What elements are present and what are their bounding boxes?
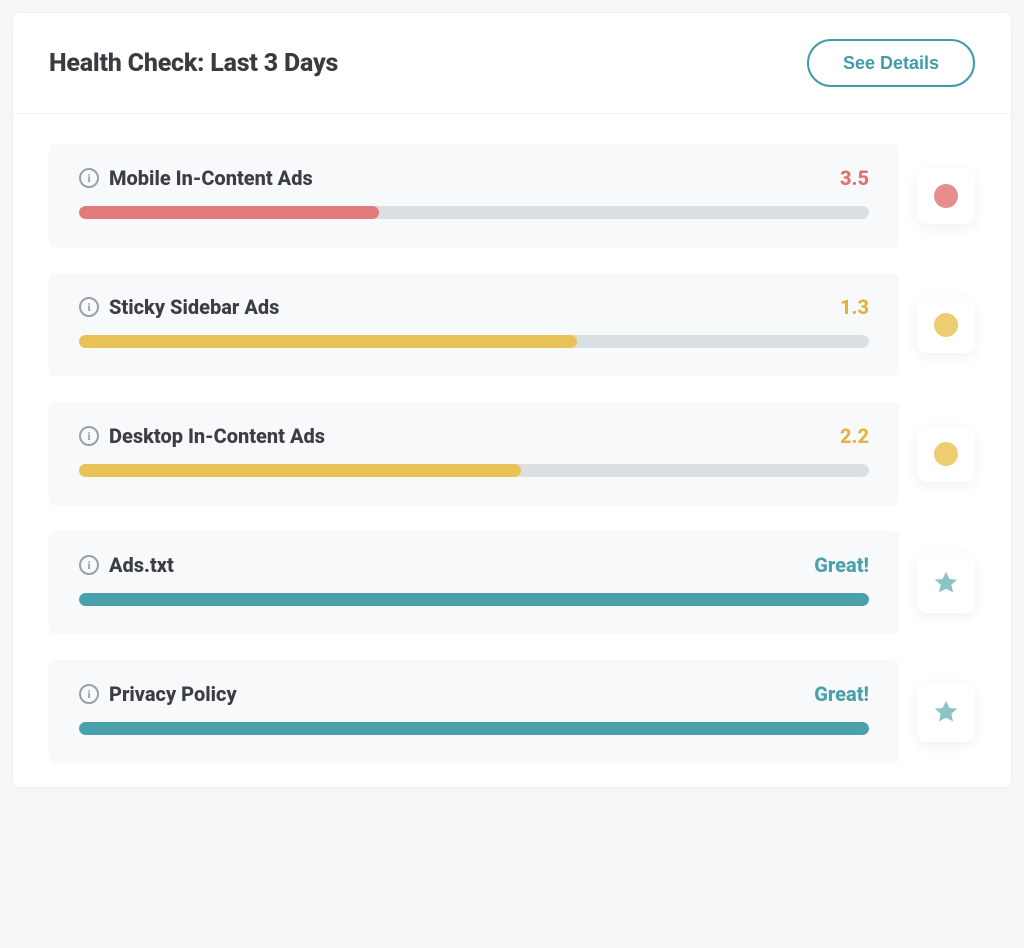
health-row-header: Privacy Policy Great!: [79, 682, 869, 706]
info-icon[interactable]: [79, 555, 99, 575]
progress-bar: [79, 335, 869, 348]
health-row-value: Great!: [814, 553, 869, 577]
progress-fill: [79, 593, 869, 606]
health-row-header: Ads.txt Great!: [79, 553, 869, 577]
progress-fill: [79, 464, 521, 477]
health-row-left: Mobile In-Content Ads: [79, 166, 313, 190]
health-row-left: Sticky Sidebar Ads: [79, 295, 279, 319]
health-row-left: Privacy Policy: [79, 682, 237, 706]
status-chip: [917, 682, 975, 742]
health-row: Ads.txt Great!: [49, 531, 975, 634]
info-icon[interactable]: [79, 684, 99, 704]
star-icon: [932, 698, 960, 726]
status-chip: [917, 426, 975, 482]
rows-list: Mobile In-Content Ads 3.5 Sticky Sidebar…: [13, 114, 1011, 787]
health-row: Desktop In-Content Ads 2.2: [49, 402, 975, 505]
health-row: Mobile In-Content Ads 3.5: [49, 144, 975, 247]
status-chip: [917, 297, 975, 353]
info-icon[interactable]: [79, 168, 99, 188]
health-row-label: Ads.txt: [109, 553, 174, 577]
health-row-label: Privacy Policy: [109, 682, 237, 706]
star-icon: [932, 569, 960, 597]
info-icon[interactable]: [79, 426, 99, 446]
status-dot-icon: [934, 313, 958, 337]
progress-bar: [79, 206, 869, 219]
health-row-header: Sticky Sidebar Ads 1.3: [79, 295, 869, 319]
health-row-label: Mobile In-Content Ads: [109, 166, 313, 190]
health-row-label: Desktop In-Content Ads: [109, 424, 325, 448]
info-icon[interactable]: [79, 297, 99, 317]
progress-fill: [79, 722, 869, 735]
health-row-value: 3.5: [840, 166, 869, 190]
health-check-card: Health Check: Last 3 Days See Details Mo…: [12, 12, 1012, 788]
status-dot-icon: [934, 184, 958, 208]
health-row: Sticky Sidebar Ads 1.3: [49, 273, 975, 376]
status-chip: [917, 168, 975, 224]
health-row: Privacy Policy Great!: [49, 660, 975, 763]
status-chip: [917, 553, 975, 613]
health-row-value: Great!: [814, 682, 869, 706]
progress-bar: [79, 722, 869, 735]
progress-fill: [79, 206, 379, 219]
health-row-value: 1.3: [840, 295, 869, 319]
health-row-left: Ads.txt: [79, 553, 174, 577]
health-row-main: Sticky Sidebar Ads 1.3: [49, 273, 899, 376]
health-row-left: Desktop In-Content Ads: [79, 424, 325, 448]
health-row-main: Privacy Policy Great!: [49, 660, 899, 763]
health-row-value: 2.2: [840, 424, 869, 448]
health-row-main: Desktop In-Content Ads 2.2: [49, 402, 899, 505]
progress-bar: [79, 464, 869, 477]
health-row-header: Mobile In-Content Ads 3.5: [79, 166, 869, 190]
health-row-label: Sticky Sidebar Ads: [109, 295, 279, 319]
health-row-main: Ads.txt Great!: [49, 531, 899, 634]
card-header: Health Check: Last 3 Days See Details: [13, 13, 1011, 114]
health-row-main: Mobile In-Content Ads 3.5: [49, 144, 899, 247]
progress-fill: [79, 335, 577, 348]
status-dot-icon: [934, 442, 958, 466]
see-details-button[interactable]: See Details: [807, 39, 975, 87]
health-row-header: Desktop In-Content Ads 2.2: [79, 424, 869, 448]
progress-bar: [79, 593, 869, 606]
card-title: Health Check: Last 3 Days: [49, 49, 338, 78]
